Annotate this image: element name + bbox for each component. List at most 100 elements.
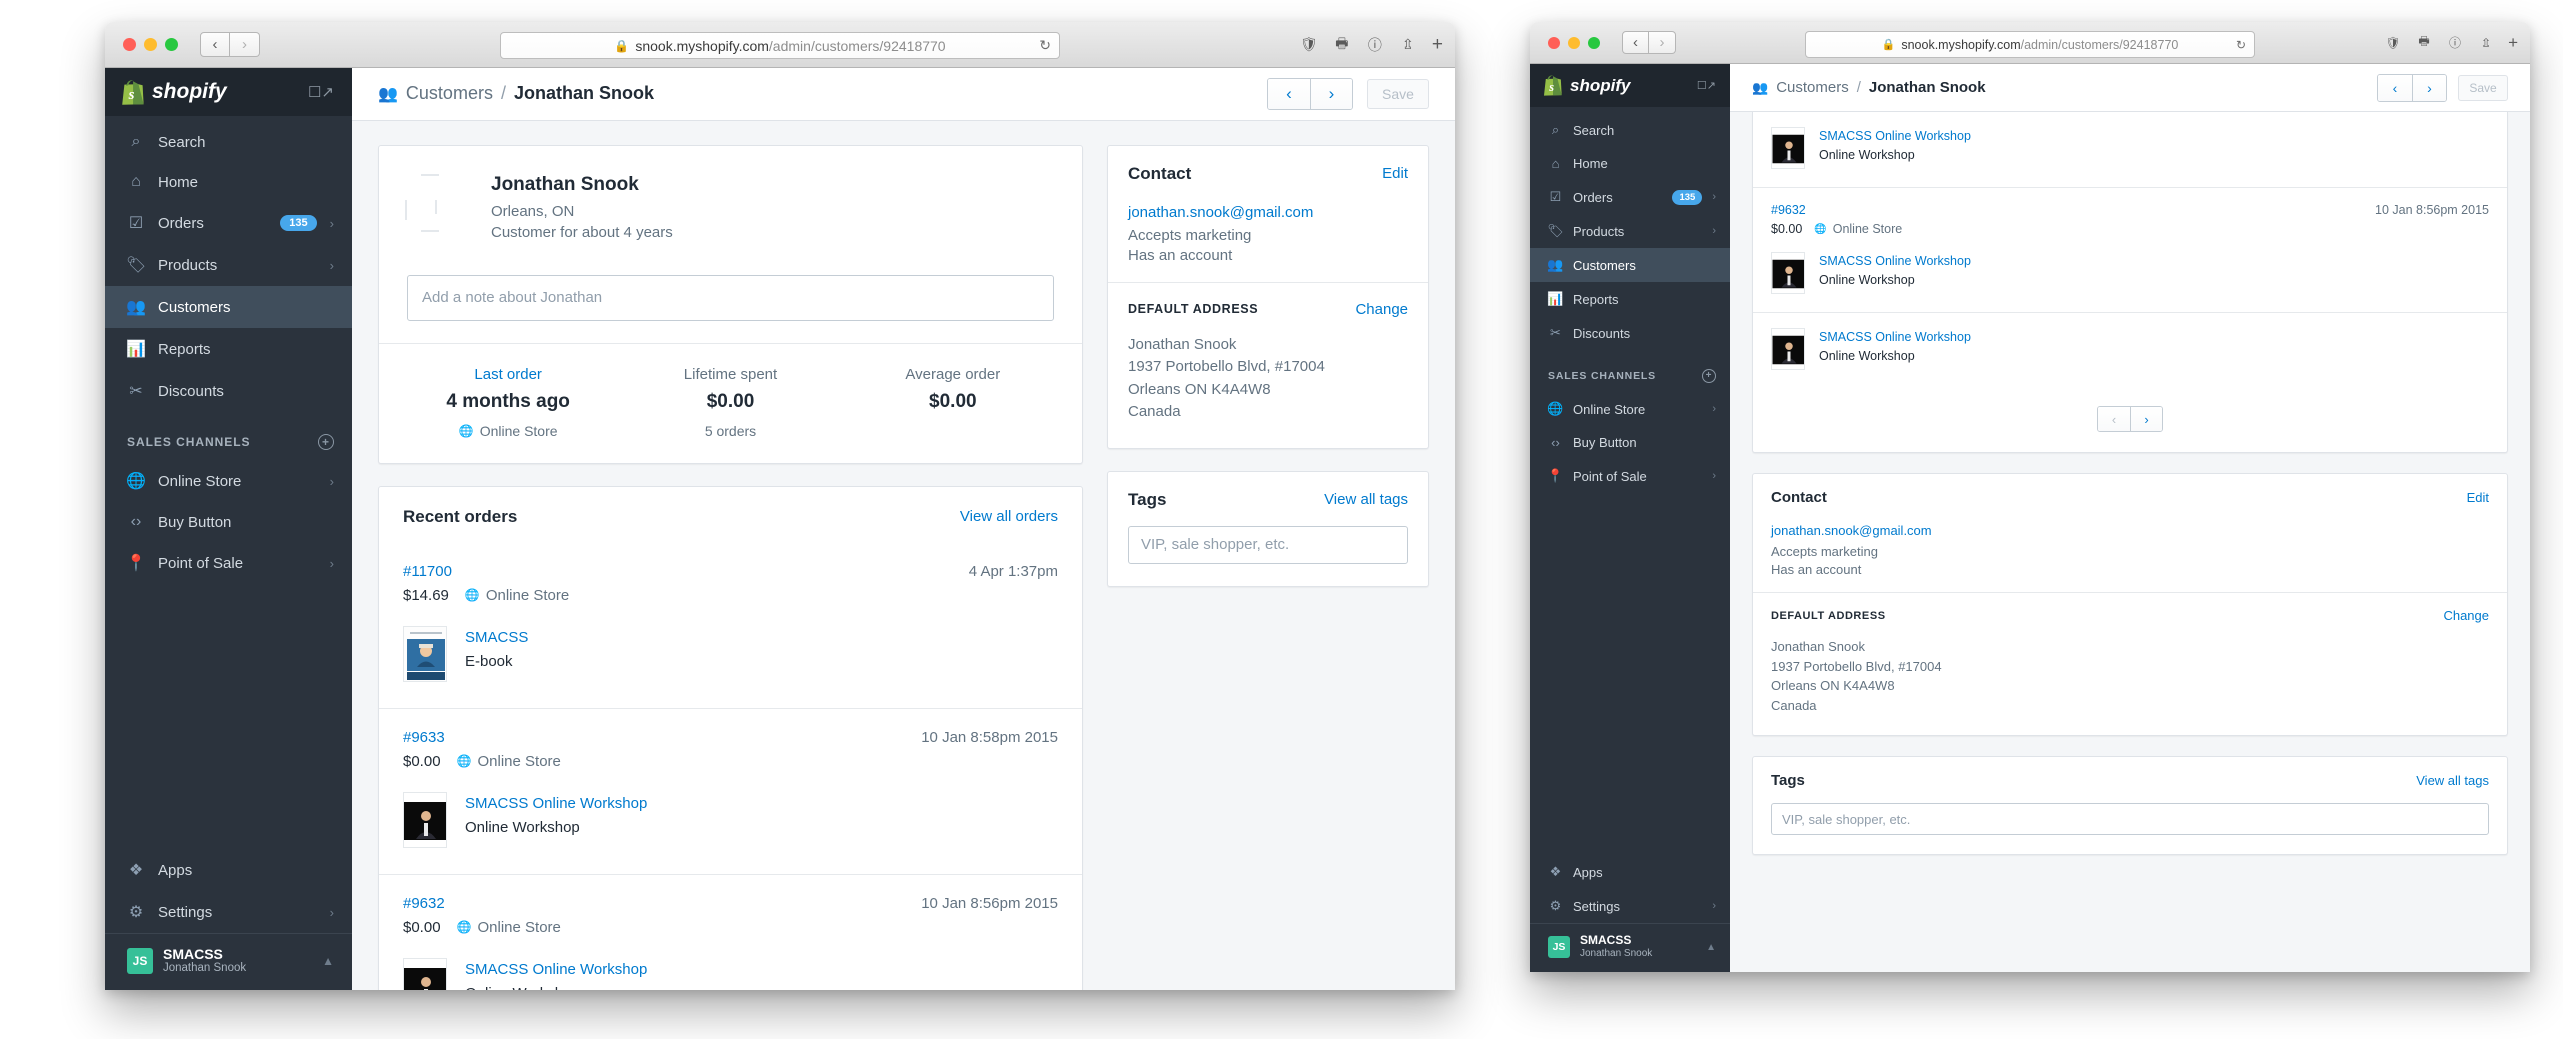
product-name-link[interactable]: SMACSS Online Workshop: [1819, 129, 1971, 143]
sidebar-item-apps[interactable]: ❖ Apps: [105, 849, 352, 891]
external-link-icon[interactable]: ☐↗: [308, 83, 334, 101]
orders-pager[interactable]: ‹ ›: [2097, 406, 2163, 432]
external-link-icon[interactable]: ☐↗: [1697, 79, 1716, 92]
product-name-link[interactable]: SMACSS Online Workshop: [465, 795, 647, 812]
product-name-link[interactable]: SMACSS Online Workshop: [1819, 254, 1971, 268]
reload-icon[interactable]: ↻: [1039, 37, 1051, 54]
reload-icon[interactable]: ↻: [2236, 38, 2246, 52]
save-button[interactable]: Save: [2458, 74, 2508, 101]
sidebar-item-online-store[interactable]: 🌐 Online Store ›: [105, 460, 352, 502]
product-name-link[interactable]: SMACSS: [465, 629, 528, 646]
sidebar-item-reports[interactable]: 📊 Reports: [1530, 282, 1730, 316]
sidebar-item-point-of-sale[interactable]: 📍 Point of Sale ›: [105, 542, 352, 584]
browser-nav-buttons[interactable]: ‹ ›: [200, 32, 260, 57]
record-pager[interactable]: ‹ ›: [2377, 73, 2447, 102]
contact-edit-link[interactable]: Edit: [2467, 490, 2489, 505]
new-tab-button[interactable]: +: [1432, 34, 1443, 56]
brand-header[interactable]: s shopify ☐↗: [105, 68, 352, 116]
product-name-link[interactable]: SMACSS Online Workshop: [1819, 330, 1971, 344]
sidebar-item-customers[interactable]: 👥 Customers: [105, 286, 352, 328]
view-all-orders-link[interactable]: View all orders: [960, 508, 1058, 525]
minimize-window-button[interactable]: [1568, 36, 1580, 49]
zoom-window-button[interactable]: [1588, 36, 1600, 49]
back-button[interactable]: ‹: [1622, 31, 1649, 54]
product-name-link[interactable]: SMACSS Online Workshop: [465, 961, 647, 978]
order-number-link[interactable]: #9632: [1771, 203, 2375, 217]
info-icon[interactable]: ⓘ: [1366, 36, 1384, 54]
sidebar-item-discounts[interactable]: ✂ Discounts: [1530, 316, 1730, 350]
sidebar-item-apps[interactable]: ❖ Apps: [1530, 855, 1730, 889]
order-number-link[interactable]: #9633: [403, 729, 921, 746]
share-icon[interactable]: ⇫: [2477, 34, 2495, 52]
sidebar-item-orders[interactable]: ☑ Orders 135 ›: [1530, 180, 1730, 214]
view-all-tags-link[interactable]: View all tags: [2416, 773, 2489, 788]
change-address-link[interactable]: Change: [1355, 301, 1408, 318]
account-switcher[interactable]: JS SMACSS Jonathan Snook ▲: [1530, 923, 1730, 972]
order-number-link[interactable]: #11700: [403, 563, 969, 580]
window-controls[interactable]: [117, 38, 178, 51]
save-button[interactable]: Save: [1367, 78, 1429, 109]
change-address-link[interactable]: Change: [2443, 608, 2489, 623]
plus-circle-icon[interactable]: +: [1702, 369, 1716, 383]
zoom-window-button[interactable]: [165, 38, 178, 51]
orders-next-button[interactable]: ›: [2130, 407, 2162, 431]
previous-record-button[interactable]: ‹: [2378, 74, 2412, 101]
sidebar-item-online-store[interactable]: 🌐 Online Store ›: [1530, 392, 1730, 426]
chevron-right-icon[interactable]: ›: [330, 216, 334, 231]
close-window-button[interactable]: [1548, 36, 1560, 49]
chevron-up-icon[interactable]: ▲: [1706, 942, 1716, 953]
sidebar-item-products[interactable]: 🏷 Products ›: [1530, 214, 1730, 248]
sidebar-item-settings[interactable]: ⚙ Settings ›: [105, 891, 352, 933]
chevron-right-icon[interactable]: ›: [330, 556, 334, 571]
sidebar-item-buy-button[interactable]: ‹› Buy Button: [1530, 426, 1730, 459]
chevron-up-icon[interactable]: ▲: [322, 954, 334, 968]
sidebar-item-search[interactable]: ⌕ Search: [105, 122, 352, 162]
shield-icon[interactable]: 🛡: [2384, 34, 2402, 52]
customer-note-input[interactable]: Add a note about Jonathan: [407, 274, 1054, 321]
tags-input[interactable]: VIP, sale shopper, etc.: [1771, 803, 2489, 835]
address-bar-secondary[interactable]: 🔒 snook.myshopify.com/admin/customers/92…: [1805, 31, 2255, 58]
sidebar-item-home[interactable]: ⌂ Home: [105, 162, 352, 202]
contact-edit-link[interactable]: Edit: [1382, 165, 1408, 182]
breadcrumb-parent-link[interactable]: Customers: [406, 83, 493, 104]
sidebar-item-point-of-sale[interactable]: 📍 Point of Sale ›: [1530, 459, 1730, 493]
orders-prev-button[interactable]: ‹: [2098, 407, 2130, 431]
sidebar-item-orders[interactable]: ☑ Orders 135 ›: [105, 202, 352, 244]
info-icon[interactable]: ⓘ: [2446, 34, 2464, 52]
new-tab-button[interactable]: +: [2508, 33, 2518, 53]
next-record-button[interactable]: ›: [2412, 74, 2446, 101]
sidebar-item-home[interactable]: ⌂ Home: [1530, 147, 1730, 180]
contact-email-link[interactable]: jonathan.snook@gmail.com: [1771, 523, 2489, 538]
window-controls-secondary[interactable]: [1542, 36, 1600, 49]
sidebar-item-settings[interactable]: ⚙ Settings ›: [1530, 889, 1730, 923]
stat-label[interactable]: Last order: [397, 366, 619, 383]
chevron-right-icon[interactable]: ›: [1712, 900, 1716, 912]
account-switcher[interactable]: JS SMACSS Jonathan Snook ▲: [105, 933, 352, 990]
brand-header[interactable]: s shopify ☐↗: [1530, 64, 1730, 107]
chevron-right-icon[interactable]: ›: [330, 474, 334, 489]
print-icon[interactable]: 🖶: [1333, 35, 1351, 54]
plus-circle-icon[interactable]: +: [318, 434, 334, 450]
chevron-right-icon[interactable]: ›: [1712, 470, 1716, 482]
sidebar-item-customers[interactable]: 👥 Customers: [1530, 248, 1730, 282]
forward-button[interactable]: ›: [1649, 31, 1676, 54]
address-bar[interactable]: 🔒 snook.myshopify.com/admin/customers/92…: [500, 32, 1060, 59]
view-all-tags-link[interactable]: View all tags: [1324, 491, 1408, 508]
chevron-right-icon[interactable]: ›: [330, 905, 334, 920]
record-pager[interactable]: ‹ ›: [1267, 77, 1353, 110]
shield-icon[interactable]: 🛡: [1300, 36, 1318, 54]
forward-button[interactable]: ›: [230, 32, 260, 57]
sidebar-item-discounts[interactable]: ✂ Discounts: [105, 370, 352, 412]
close-window-button[interactable]: [123, 38, 136, 51]
share-icon[interactable]: ⇫: [1399, 36, 1417, 54]
sidebar-item-search[interactable]: ⌕ Search: [1530, 113, 1730, 147]
sidebar-item-products[interactable]: 🏷 Products ›: [105, 244, 352, 286]
chevron-right-icon[interactable]: ›: [330, 258, 334, 273]
previous-record-button[interactable]: ‹: [1268, 78, 1310, 109]
browser-nav-buttons-secondary[interactable]: ‹ ›: [1622, 31, 1676, 54]
next-record-button[interactable]: ›: [1310, 78, 1352, 109]
tags-input[interactable]: VIP, sale shopper, etc.: [1128, 525, 1408, 564]
chevron-right-icon[interactable]: ›: [1712, 403, 1716, 415]
chevron-right-icon[interactable]: ›: [1712, 225, 1716, 237]
minimize-window-button[interactable]: [144, 38, 157, 51]
